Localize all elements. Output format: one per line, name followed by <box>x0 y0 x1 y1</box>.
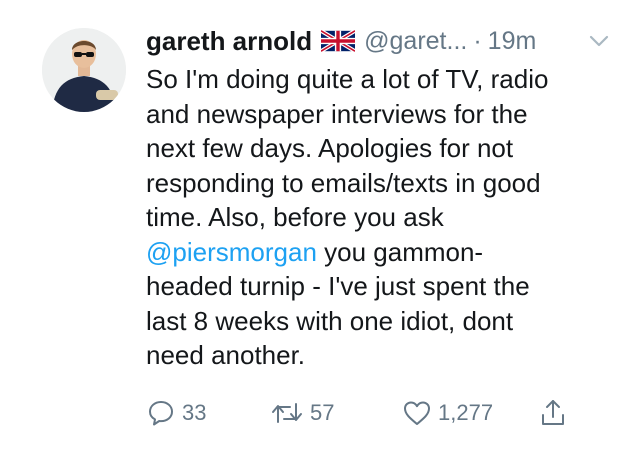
tweet-line: and newspaper interviews for the <box>146 98 528 129</box>
tweet-line: So I'm doing quite a lot of TV, radio <box>146 64 549 94</box>
reply-icon <box>149 401 173 426</box>
tweet-line: last 8 weeks with one idiot, dont <box>146 305 514 336</box>
chevron-down-icon[interactable] <box>586 30 612 52</box>
like-count: 1,277 <box>438 400 494 425</box>
tweet-line-text: you gammon- <box>316 236 484 267</box>
tweet-line: time. Also, before you ask <box>146 202 444 232</box>
mention-link[interactable]: @piersmorgan <box>146 237 317 267</box>
reply-count: 33 <box>182 400 207 425</box>
retweet-count: 57 <box>310 400 335 425</box>
tweet-line: responding to emails/texts in good <box>146 167 541 198</box>
share-button[interactable] <box>538 393 574 433</box>
like-button[interactable]: 1,277 <box>402 393 493 433</box>
union-jack-flag-icon <box>321 30 356 52</box>
retweet-button[interactable]: 57 <box>270 393 334 433</box>
heart-icon <box>404 401 430 425</box>
timestamp[interactable]: 19m <box>488 27 537 56</box>
display-name[interactable]: gareth arnold <box>146 26 312 57</box>
avatar[interactable] <box>42 28 126 112</box>
profile-photo-icon <box>42 28 126 112</box>
tweet-line: next few days. Apologies for not <box>146 133 514 163</box>
reply-button[interactable]: 33 <box>146 393 206 433</box>
tweet-header: gareth arnold @garet... · 19m <box>146 22 616 60</box>
tweet-line: headed turnip - I've just spent the <box>146 271 530 301</box>
tweet-text: So I'm doing quite a lot of TV, radio an… <box>146 62 606 373</box>
tweet-actions: 33 57 1,277 <box>146 393 606 433</box>
share-icon <box>542 400 564 425</box>
tweet-card: gareth arnold @garet... · 19m So I'm doi… <box>0 0 640 451</box>
user-handle[interactable]: @garet... <box>364 27 467 56</box>
separator-dot: · <box>473 26 482 55</box>
tweet-content: gareth arnold @garet... · 19m So I'm doi… <box>146 22 616 373</box>
tweet-line-mention: @piersmorgan you gammon- <box>146 235 606 270</box>
retweet-icon <box>272 403 302 423</box>
tweet-line: need another. <box>146 340 306 370</box>
